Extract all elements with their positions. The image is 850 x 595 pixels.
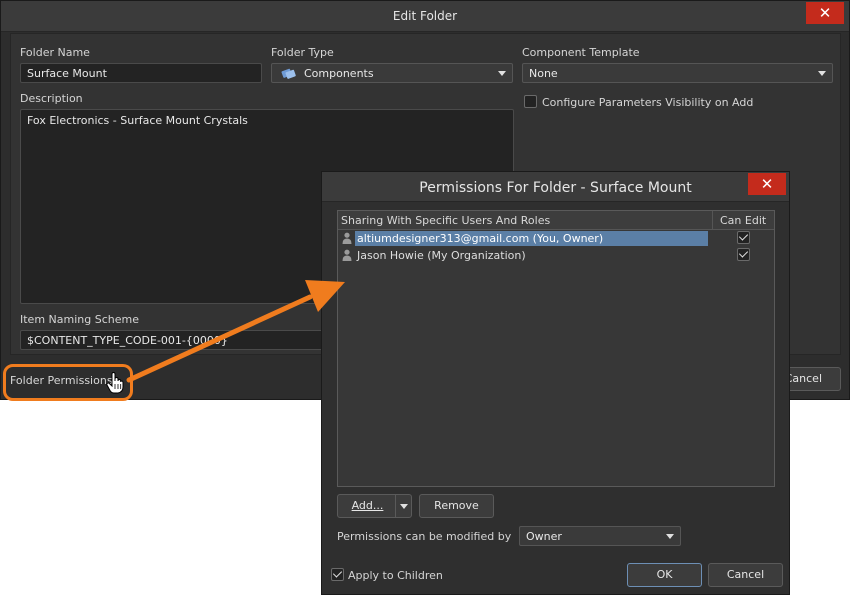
user-name: altiumdesigner313@gmail.com (You, Owner) (355, 231, 708, 246)
folder-type-select[interactable]: Components (271, 63, 513, 83)
edit-folder-title: Edit Folder (392, 9, 458, 23)
description-label: Description (20, 92, 83, 105)
table-row[interactable]: Jason Howie (My Organization) (338, 247, 774, 264)
user-icon (342, 249, 352, 264)
modified-by-select[interactable]: Owner (519, 526, 681, 546)
remove-button[interactable]: Remove (419, 494, 494, 518)
folder-type-value: Components (304, 67, 374, 80)
naming-scheme-input[interactable]: $CONTENT_TYPE_CODE-001-{0000} (20, 330, 330, 350)
table-row[interactable]: altiumdesigner313@gmail.com (You, Owner) (338, 230, 774, 247)
close-icon[interactable]: ✕ (806, 2, 844, 24)
permissions-table-header: Sharing With Specific Users And Roles Ca… (338, 211, 774, 230)
apply-children-checkbox[interactable] (331, 568, 344, 581)
modified-by-value: Owner (526, 530, 562, 543)
component-template-value: None (529, 67, 558, 80)
column-header-can-edit[interactable]: Can Edit (720, 214, 766, 227)
configure-params-label: Configure Parameters Visibility on Add (542, 96, 754, 109)
add-dropdown[interactable] (395, 495, 411, 517)
dropdown-arrow-icon (666, 534, 674, 539)
can-edit-checkbox[interactable] (737, 248, 750, 261)
components-icon (281, 67, 297, 83)
close-icon[interactable]: ✕ (748, 173, 786, 195)
edit-folder-titlebar: Edit Folder ✕ (1, 1, 849, 32)
dropdown-arrow-icon (400, 504, 408, 509)
folder-name-label: Folder Name (20, 46, 90, 59)
add-button[interactable]: Add... (337, 494, 412, 518)
cancel-button[interactable]: Cancel (708, 563, 783, 587)
apply-children-label: Apply to Children (348, 569, 443, 582)
column-header-sharing[interactable]: Sharing With Specific Users And Roles (341, 214, 550, 227)
can-edit-checkbox[interactable] (737, 231, 750, 244)
permissions-titlebar: Permissions For Folder - Surface Mount ✕ (322, 172, 789, 202)
modified-by-label: Permissions can be modified by (337, 530, 512, 543)
user-icon (342, 232, 352, 247)
naming-scheme-label: Item Naming Scheme (20, 313, 139, 326)
permissions-dialog: Permissions For Folder - Surface Mount ✕… (321, 171, 790, 595)
dropdown-arrow-icon (818, 71, 826, 76)
permissions-table: Sharing With Specific Users And Roles Ca… (337, 210, 775, 487)
folder-type-label: Folder Type (271, 46, 334, 59)
column-divider (712, 211, 713, 230)
dropdown-arrow-icon (498, 71, 506, 76)
hand-cursor-icon (106, 371, 124, 397)
folder-name-input[interactable]: Surface Mount (20, 63, 262, 83)
component-template-select[interactable]: None (522, 63, 833, 83)
component-template-label: Component Template (522, 46, 640, 59)
permissions-title: Permissions For Folder - Surface Mount (419, 180, 692, 196)
configure-params-checkbox[interactable] (524, 95, 537, 108)
add-button-label: Add... (351, 499, 384, 512)
ok-button[interactable]: OK (627, 563, 702, 587)
user-name: Jason Howie (My Organization) (357, 249, 526, 262)
